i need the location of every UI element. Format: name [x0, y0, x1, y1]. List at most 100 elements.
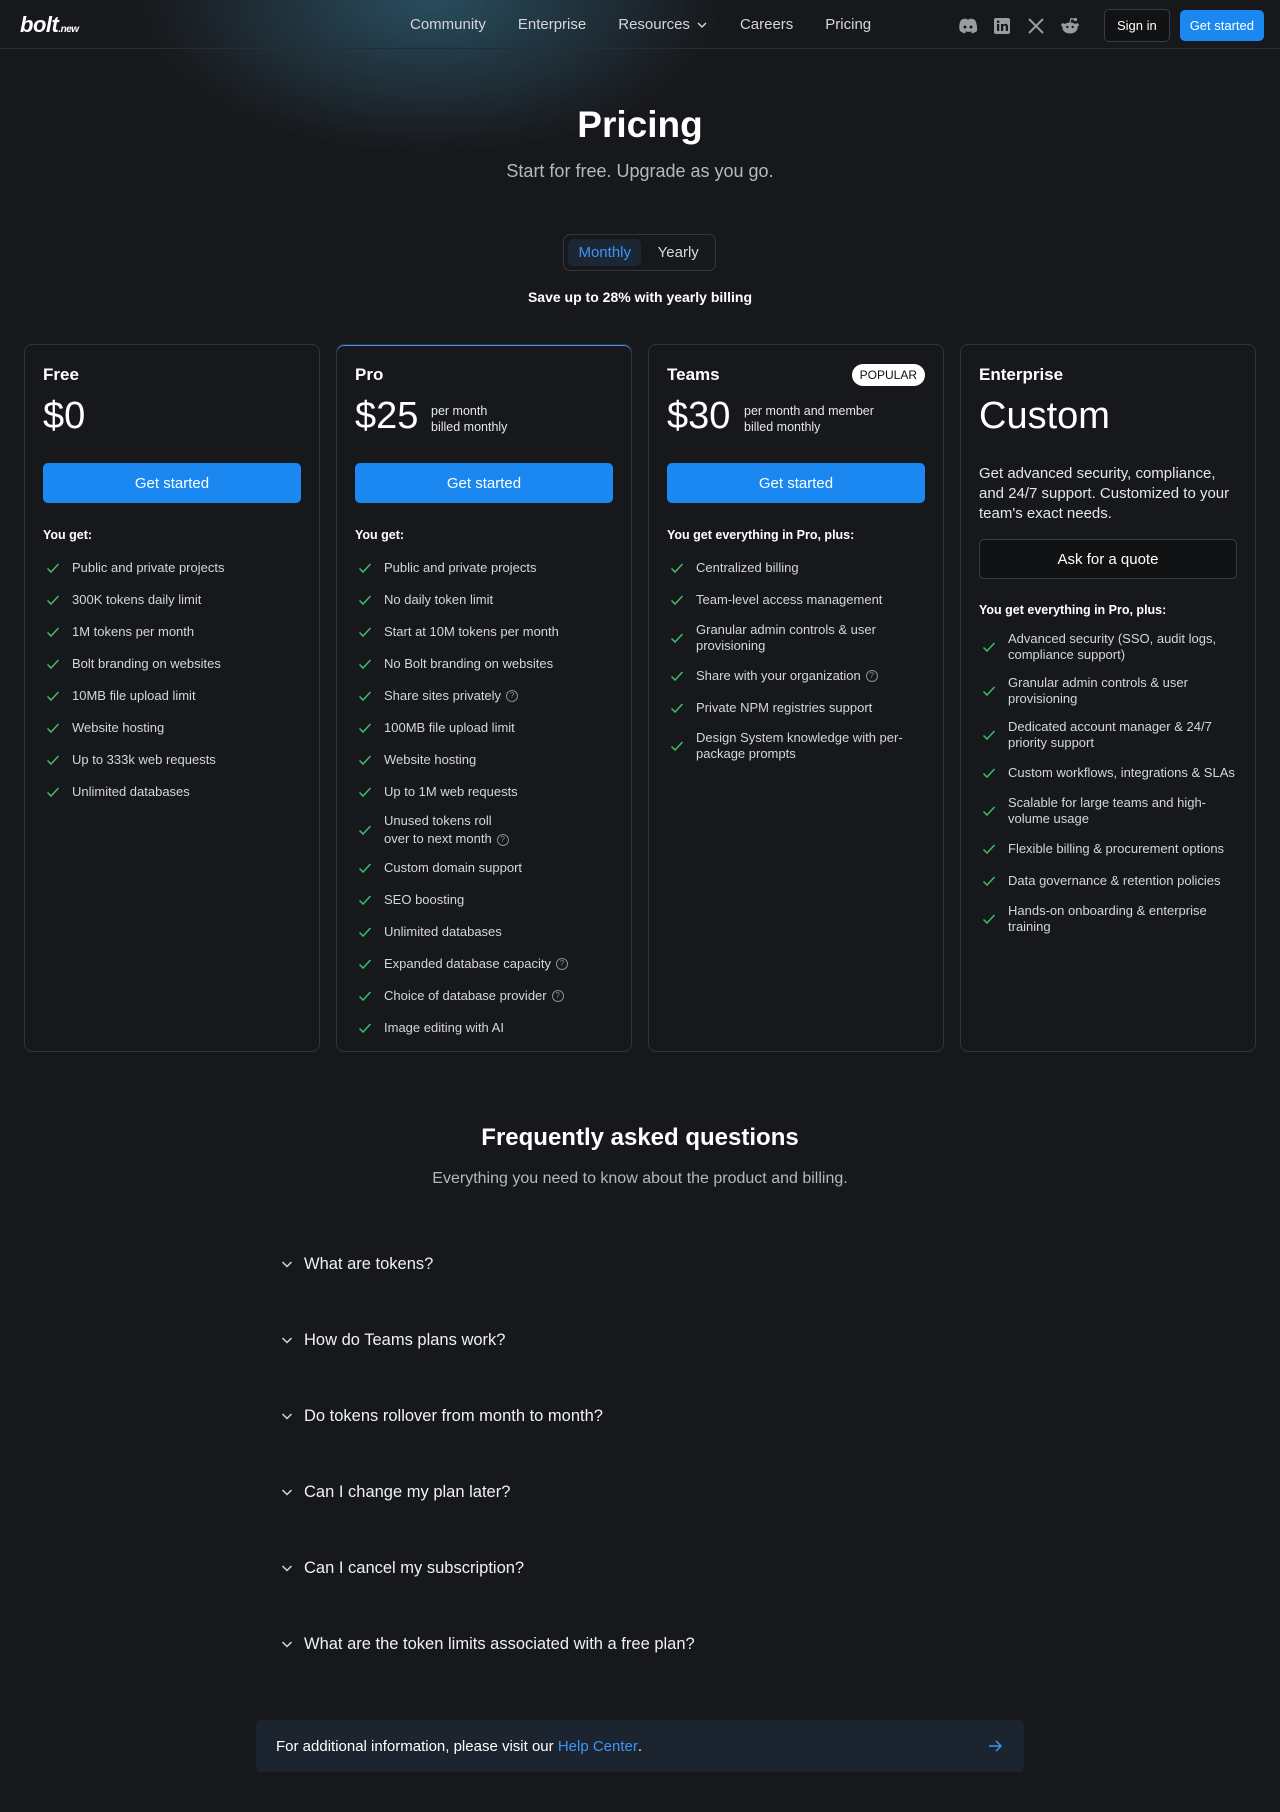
- faq-question: Do tokens rollover from month to month?: [304, 1406, 603, 1425]
- free-get-started-button[interactable]: Get started: [43, 463, 301, 503]
- nav-link-pricing[interactable]: Pricing: [825, 16, 871, 33]
- save-note: Save up to 28% with yearly billing: [527, 289, 753, 305]
- check-icon: [670, 595, 684, 606]
- x-icon[interactable]: [1024, 14, 1048, 38]
- faq-item[interactable]: What are tokens?: [280, 1249, 1020, 1279]
- feature-line: Dedicated account manager & 24/7: [1008, 719, 1212, 734]
- features-heading: You get everything in Pro, plus:: [667, 528, 855, 542]
- feature-text: Unlimited databases: [72, 784, 190, 799]
- feature-text: Granular admin controls & user provisioni…: [1008, 675, 1188, 707]
- check-icon: [358, 787, 372, 798]
- feature-list: Public and private projects 300K tokens …: [43, 552, 305, 808]
- nav-link-resources-label: Resources: [618, 16, 690, 33]
- check-icon: [982, 686, 996, 697]
- price-note-line: per month and member: [744, 404, 874, 418]
- plan-name: Teams: [667, 365, 720, 384]
- list-item: Custom workflows, integrations & SLAs: [979, 757, 1241, 789]
- check-icon: [358, 595, 372, 606]
- faq-item[interactable]: How do Teams plans work?: [280, 1325, 1020, 1355]
- list-item: Unlimited databases: [355, 916, 617, 948]
- faq-item[interactable]: Do tokens rollover from month to month?: [280, 1401, 1020, 1431]
- help-icon[interactable]: ?: [496, 833, 509, 846]
- feature-line: Advanced security (SSO, audit logs,: [1008, 631, 1217, 646]
- nav-get-started-button[interactable]: Get started: [1179, 10, 1264, 41]
- help-icon[interactable]: ?: [865, 670, 878, 682]
- faq-item[interactable]: Can I change my plan later?: [280, 1477, 1020, 1507]
- check-icon: [358, 563, 372, 574]
- feature-text: Custom domain support: [384, 860, 523, 875]
- feature-text: Dedicated account manager & 24/7 priority…: [1008, 719, 1212, 751]
- faq-item[interactable]: Can I cancel my subscription?: [280, 1553, 1020, 1583]
- logo-text: bolt: [20, 12, 59, 37]
- list-item: 10MB file upload limit: [43, 680, 305, 712]
- list-item: Hands-on onboarding & enterprise training: [979, 897, 1241, 941]
- features-heading: You get:: [355, 528, 405, 542]
- popular-badge: POPULAR: [851, 364, 925, 386]
- ask-for-quote-button[interactable]: Ask for a quote: [979, 539, 1237, 579]
- billing-toggle: Monthly Yearly: [563, 234, 716, 271]
- help-center-banner[interactable]: For additional information, please visit…: [256, 1720, 1024, 1772]
- feature-text: 100MB file upload limit: [384, 720, 515, 735]
- plan-price: Custom: [979, 395, 1110, 437]
- help-icon[interactable]: ?: [506, 690, 519, 702]
- teams-get-started-button[interactable]: Get started: [667, 463, 925, 503]
- check-icon: [46, 755, 60, 766]
- plan-card-enterprise: Enterprise Custom Get advanced security,…: [960, 344, 1256, 1052]
- feature-line: Granular admin controls & user: [1008, 675, 1188, 690]
- check-icon: [982, 914, 996, 925]
- plan-price: $0: [43, 395, 86, 437]
- feature-text: Flexible billing & procurement options: [1008, 841, 1225, 856]
- discord-icon[interactable]: [956, 14, 980, 38]
- feature-text: No Bolt branding on websites: [384, 656, 554, 671]
- feature-text: 300K tokens daily limit: [72, 592, 202, 607]
- check-icon: [358, 959, 372, 970]
- feature-text: Up to 1M web requests: [384, 784, 518, 799]
- feature-text: Public and private projects: [72, 560, 225, 575]
- list-item: Granular admin controls & user provisioni…: [979, 669, 1241, 713]
- feature-line: compliance support): [1008, 647, 1126, 662]
- toggle-monthly[interactable]: Monthly: [568, 239, 642, 266]
- feature-line: provisioning: [1008, 691, 1078, 706]
- help-icon[interactable]: ?: [555, 958, 568, 970]
- linkedin-icon[interactable]: [990, 14, 1014, 38]
- help-icon[interactable]: ?: [551, 990, 564, 1002]
- feature-text: Scalable for large teams and high-volume…: [1008, 795, 1206, 827]
- list-item: Granular admin controls & user provisioni…: [667, 616, 929, 660]
- sign-in-button[interactable]: Sign in: [1103, 9, 1170, 42]
- faq-item[interactable]: What are the token limits associated wit…: [280, 1629, 1020, 1659]
- info-text: For additional information, please visit…: [276, 1737, 558, 1755]
- feature-text: Share with your organization: [696, 668, 861, 683]
- check-icon: [358, 895, 372, 906]
- check-icon: [982, 642, 996, 653]
- feature-text: Up to 333k web requests: [72, 752, 216, 767]
- list-item: Website hosting: [355, 744, 617, 776]
- check-icon: [982, 876, 996, 887]
- reddit-icon[interactable]: [1058, 14, 1082, 38]
- faq-subtitle: Everything you need to know about the pr…: [432, 1170, 848, 1187]
- list-item: 300K tokens daily limit: [43, 584, 305, 616]
- plan-name: Free: [43, 365, 79, 384]
- price-note-line: billed monthly: [744, 420, 821, 434]
- list-item: Design System knowledge with per-package…: [667, 724, 929, 768]
- chevron-down-icon: [281, 1641, 293, 1648]
- check-icon: [46, 627, 60, 638]
- check-icon: [358, 723, 372, 734]
- chevron-down-icon: [697, 22, 707, 28]
- list-item: Unused tokens roll over to next month?: [355, 808, 617, 852]
- logo[interactable]: bolt.new: [20, 12, 79, 38]
- feature-text: Centralized billing: [696, 560, 799, 575]
- feature-list: Centralized billing Team-level access ma…: [667, 552, 929, 768]
- pro-get-started-button[interactable]: Get started: [355, 463, 613, 503]
- nav-link-enterprise[interactable]: Enterprise: [518, 16, 586, 33]
- check-icon: [46, 723, 60, 734]
- list-item: Up to 333k web requests: [43, 744, 305, 776]
- nav-link-resources[interactable]: Resources: [618, 16, 708, 33]
- toggle-yearly[interactable]: Yearly: [645, 239, 711, 266]
- help-center-link[interactable]: Help Center: [558, 1738, 638, 1755]
- faq-question: How do Teams plans work?: [304, 1330, 506, 1349]
- feature-text: Data governance & retention policies: [1008, 873, 1221, 888]
- nav-link-community[interactable]: Community: [410, 16, 486, 33]
- feature-line: Hands-on onboarding & enterprise: [1008, 903, 1207, 918]
- check-icon: [46, 595, 60, 606]
- nav-link-careers[interactable]: Careers: [740, 16, 793, 33]
